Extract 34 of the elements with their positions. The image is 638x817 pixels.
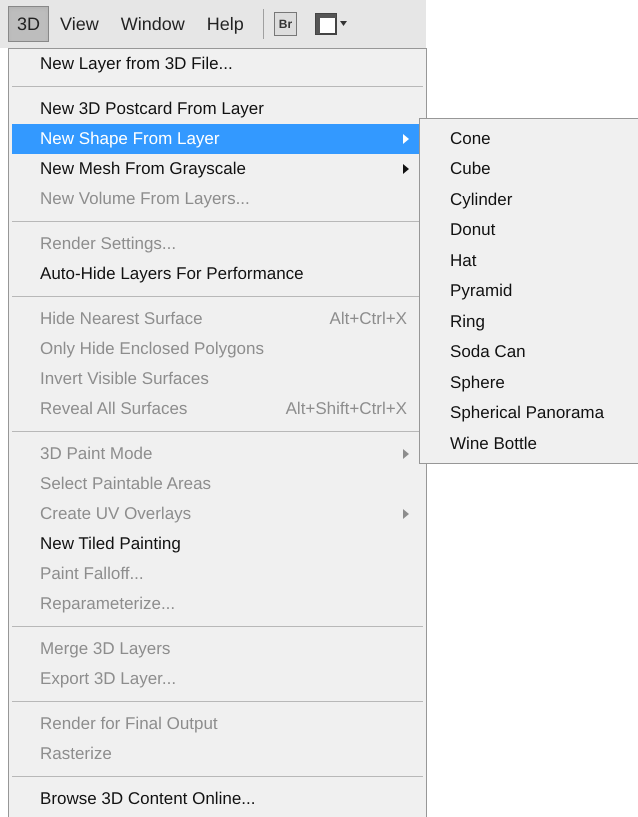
menu-item[interactable]: Auto-Hide Layers For Performance <box>12 259 423 289</box>
submenu-item[interactable]: Sphere <box>420 367 638 398</box>
submenu-item[interactable]: Pyramid <box>420 276 638 306</box>
shortcut-label: Alt+Shift+Ctrl+X <box>286 398 407 420</box>
submenu-item[interactable]: Wine Bottle <box>420 428 638 458</box>
menu-item[interactable]: New 3D Postcard From Layer <box>12 94 423 124</box>
menu-item-label: New Shape From Layer <box>40 128 221 150</box>
menu-item[interactable]: New Layer from 3D File... <box>12 49 423 79</box>
submenu-arrow-icon <box>403 509 409 519</box>
submenu-arrow-icon <box>403 134 409 144</box>
submenu-item[interactable]: Cylinder <box>420 184 638 214</box>
menu-item-label: New Mesh From Grayscale <box>40 158 247 180</box>
submenu-item[interactable]: Ring <box>420 306 638 336</box>
menu-item-label: Reveal All Surfaces <box>40 398 188 420</box>
submenu-item[interactable]: Hat <box>420 245 638 276</box>
menu-item[interactable]: Browse 3D Content Online... <box>12 784 423 814</box>
menu-item[interactable]: New Mesh From Grayscale <box>12 154 423 184</box>
menu-bar-item[interactable]: Help <box>196 6 255 42</box>
submenu-item[interactable]: Cone <box>420 123 638 154</box>
menu-bar-item[interactable]: Window <box>110 6 196 42</box>
submenu-item[interactable]: Cube <box>420 154 638 184</box>
submenu-arrow-icon <box>403 449 409 459</box>
menu-item-label: Create UV Overlays <box>40 503 192 526</box>
submenu-arrow-icon <box>403 164 409 174</box>
bridge-button[interactable]: Br <box>274 12 298 36</box>
submenu-item[interactable]: Spherical Panorama <box>420 398 638 428</box>
menu-item-label: 3D Paint Mode <box>40 443 154 466</box>
shortcut-label: Alt+Ctrl+X <box>330 308 407 330</box>
submenu-item[interactable]: Soda Can <box>420 336 638 367</box>
submenu-item[interactable]: Donut <box>420 214 638 245</box>
menu-item[interactable]: New Tiled Painting <box>12 529 423 559</box>
menu-item-label: Hide Nearest Surface <box>40 308 204 330</box>
menu-bar-item[interactable]: View <box>49 6 110 42</box>
menu-bar-item[interactable]: 3D <box>8 6 50 42</box>
